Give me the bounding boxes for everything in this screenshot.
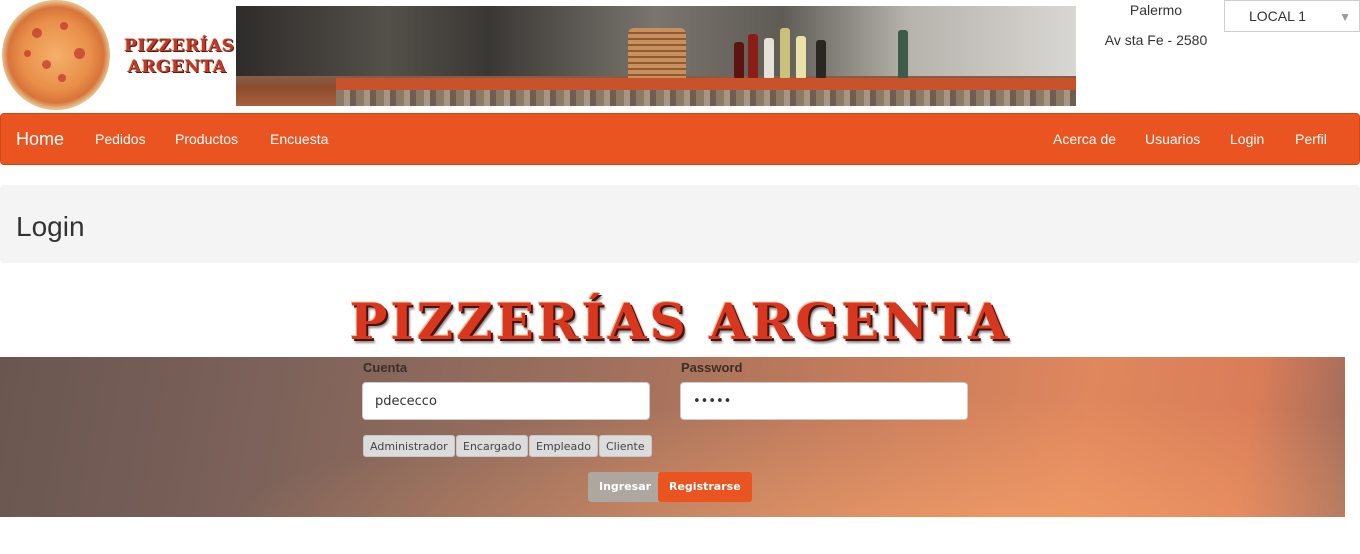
nav-home-link[interactable]: Home [16, 114, 64, 164]
password-input[interactable] [680, 382, 968, 420]
nav-item-productos[interactable]: Productos [175, 114, 238, 164]
account-input[interactable] [362, 382, 650, 420]
nav-item-usuarios[interactable]: Usuarios [1145, 114, 1200, 164]
page-header: Login [0, 185, 1360, 263]
logo-text: PIZZERÍAS ARGENTA [124, 36, 235, 78]
site-header: PIZZERÍAS ARGENTA Palermo Av sta Fe - 25… [0, 0, 1360, 112]
brand-title: PIZZERÍAS ARGENTA [349, 292, 1011, 351]
password-label: Password [681, 360, 743, 375]
role-button-empleado[interactable]: Empleado [529, 435, 598, 457]
nav-item-login[interactable]: Login [1230, 114, 1264, 164]
logo-text-line2: ARGENTA [127, 57, 227, 77]
header-banner-image [236, 6, 1076, 106]
local-select-value: LOCAL 1 [1249, 8, 1307, 24]
role-button-administrador[interactable]: Administrador [363, 435, 455, 457]
logo-text-line1: PIZZERÍAS [124, 36, 235, 56]
registrarse-button[interactable]: Registrarse [658, 472, 752, 502]
ingresar-button[interactable]: Ingresar [588, 472, 663, 502]
nav-item-perfil[interactable]: Perfil [1295, 114, 1327, 164]
login-panel: Cuenta Password Administrador Encargado … [0, 357, 1345, 517]
account-label: Cuenta [363, 360, 408, 375]
location-address: Av sta Fe - 2580 [1104, 32, 1208, 48]
role-button-cliente[interactable]: Cliente [599, 435, 652, 457]
local-select[interactable]: LOCAL 1 ▼ [1224, 0, 1360, 32]
page-title: Login [16, 211, 85, 242]
nav-item-pedidos[interactable]: Pedidos [95, 114, 146, 164]
role-button-encargado[interactable]: Encargado [456, 435, 529, 457]
pizza-logo-image[interactable] [2, 0, 110, 110]
location-city: Palermo [1129, 2, 1183, 18]
chevron-down-icon: ▼ [1339, 10, 1351, 24]
main-navbar: Home Pedidos Productos Encuesta Acerca d… [0, 113, 1360, 165]
nav-item-encuesta[interactable]: Encuesta [270, 114, 328, 164]
nav-item-acerca-de[interactable]: Acerca de [1053, 114, 1116, 164]
